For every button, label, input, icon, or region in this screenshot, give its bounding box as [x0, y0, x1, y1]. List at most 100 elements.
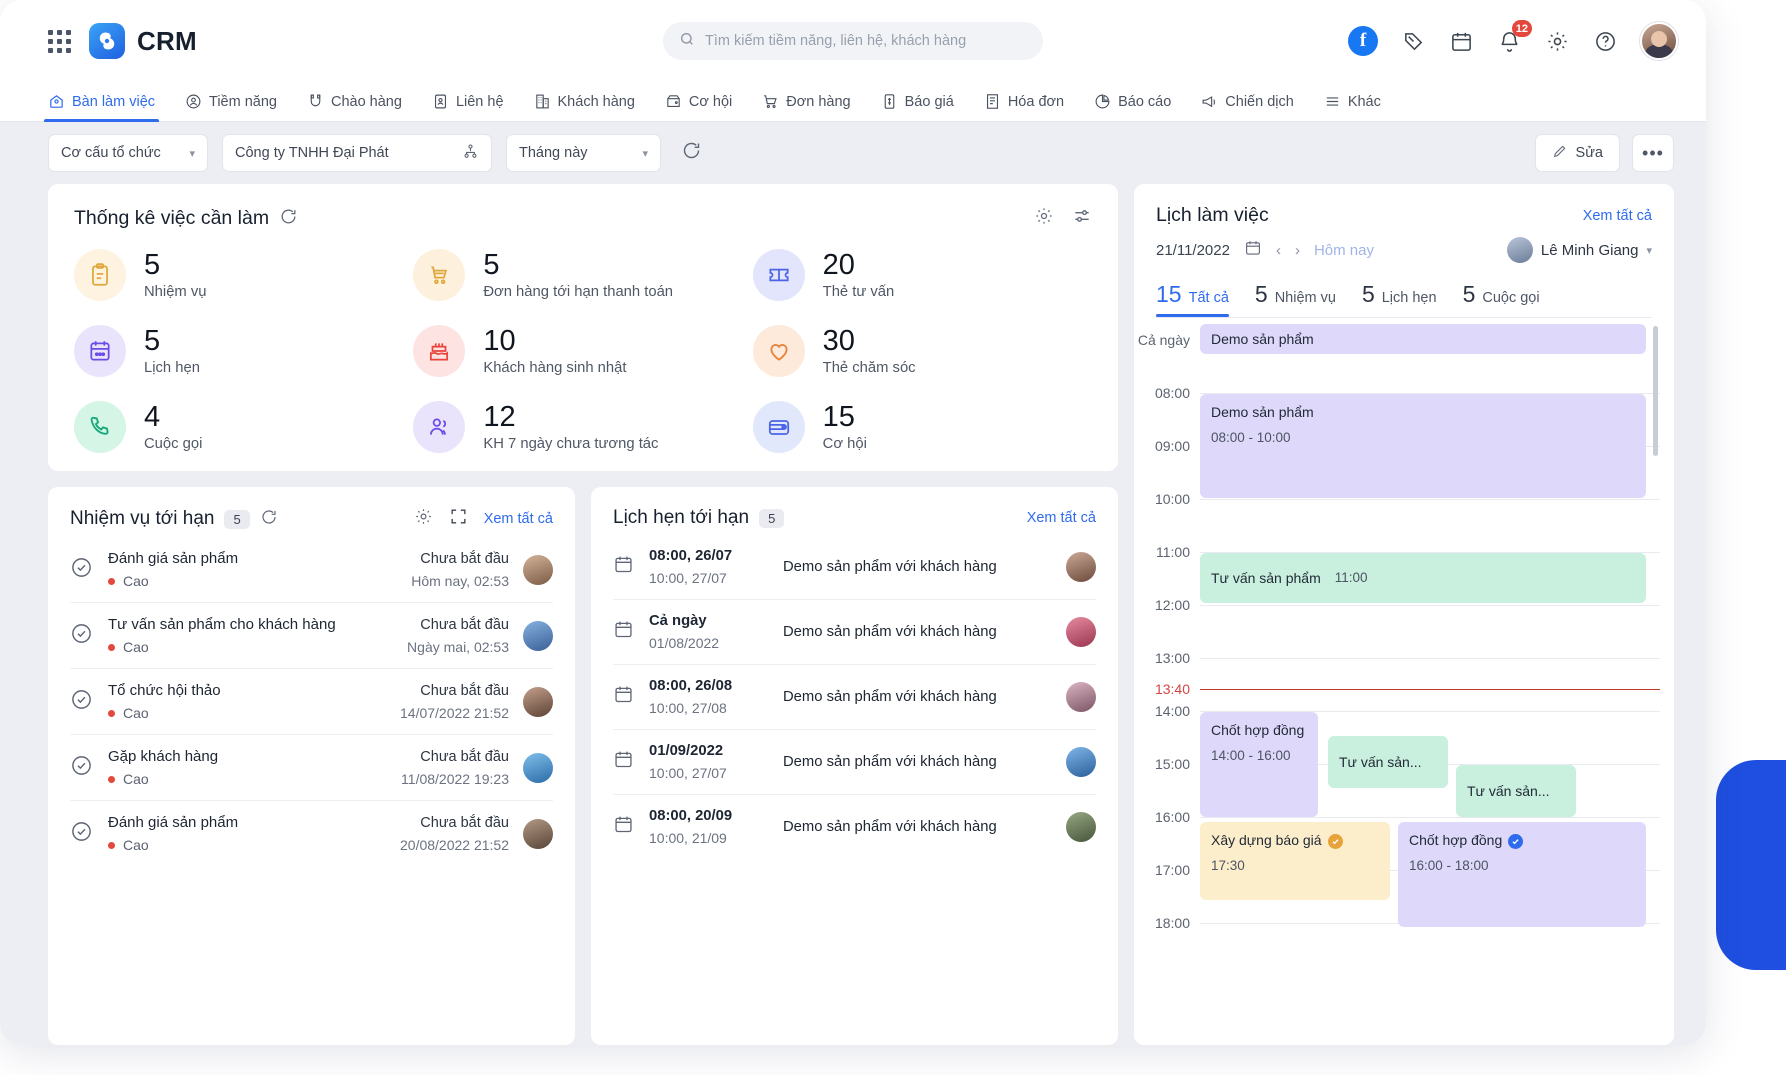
table-row[interactable]: Tư vấn sản phẩm cho khách hàng Cao Chưa …: [70, 603, 553, 669]
calendar-user-select[interactable]: Lê Minh Giang ▾: [1506, 237, 1652, 263]
tab-bao-cao[interactable]: Báo cáo: [1094, 82, 1171, 122]
avatar[interactable]: [1640, 22, 1678, 60]
stat-nhiem-vu[interactable]: 5 Nhiệm vụ: [74, 249, 413, 301]
table-row[interactable]: Gặp khách hàng Cao Chưa bắt đầu 11/08/20…: [70, 735, 553, 801]
table-row[interactable]: Tổ chức hội thảo Cao Chưa bắt đầu 14/07/…: [70, 669, 553, 735]
refresh-icon[interactable]: [681, 140, 702, 166]
period-select[interactable]: Tháng này ▾: [506, 134, 661, 172]
refresh-icon[interactable]: [279, 207, 298, 231]
calendar-tab-cuoc-goi[interactable]: 5 Cuộc gọi: [1463, 281, 1540, 317]
calendar-tab-tat-ca[interactable]: 15 Tất cả: [1156, 281, 1229, 317]
chevron-left-icon[interactable]: ‹: [1276, 242, 1281, 259]
avatar[interactable]: [523, 554, 553, 585]
tab-tiem-nang[interactable]: Tiềm năng: [185, 82, 277, 122]
avatar[interactable]: [1066, 747, 1096, 777]
order-cart-icon: [762, 93, 779, 110]
calendar-event[interactable]: Chốt hợp đồng 16:00 - 18:00: [1398, 822, 1646, 927]
stat-lich-hen[interactable]: 5 Lịch hẹn: [74, 325, 413, 377]
table-row[interactable]: Đánh giá sản phẩm Cao Chưa bắt đầu Hôm n…: [70, 537, 553, 603]
more-options-button[interactable]: •••: [1632, 134, 1674, 172]
stat-khach-hang-sinh-nhat[interactable]: 10 Khách hàng sinh nhật: [413, 325, 752, 377]
today-button[interactable]: Hôm nay: [1314, 242, 1374, 259]
sliders-icon[interactable]: [1072, 206, 1092, 231]
org-structure-select[interactable]: Cơ cấu tổ chức ▾: [48, 134, 208, 172]
avatar[interactable]: [523, 818, 553, 849]
tab-label: Nhiệm vụ: [1274, 290, 1336, 306]
tab-label: Báo giá: [904, 93, 954, 110]
calendar-event[interactable]: Tư vấn sản phẩm 11:00: [1200, 553, 1646, 603]
tab-ban-lam-viec[interactable]: Bàn làm việc: [43, 82, 160, 122]
zalo-icon[interactable]: [1400, 28, 1426, 54]
refresh-icon[interactable]: [260, 508, 278, 531]
tab-count: 15: [1156, 281, 1182, 307]
tab-khach-hang[interactable]: Khách hàng: [534, 82, 635, 122]
avatar[interactable]: [1066, 812, 1096, 842]
check-circle-icon[interactable]: [70, 820, 94, 848]
calendar-see-all[interactable]: Xem tất cả: [1583, 208, 1652, 224]
help-icon[interactable]: [1592, 28, 1618, 54]
calendar-icon[interactable]: [1448, 28, 1474, 54]
avatar[interactable]: [523, 686, 553, 717]
ticket-icon: [752, 249, 805, 301]
search-input[interactable]: [705, 33, 1027, 49]
avatar[interactable]: [1066, 617, 1096, 647]
calendar-title-row: Lịch làm việc Xem tất cả: [1156, 204, 1652, 227]
tasks-see-all[interactable]: Xem tất cả: [484, 511, 553, 527]
facebook-icon[interactable]: f: [1348, 26, 1378, 56]
check-circle-icon[interactable]: [70, 754, 94, 782]
table-row[interactable]: Đánh giá sản phẩm Cao Chưa bắt đầu 20/08…: [70, 801, 553, 866]
calendar-grid[interactable]: Demo sản phẩm Demo sản phẩm 08:00 - 10:0…: [1200, 318, 1660, 1045]
stat-don-hang-toi-han[interactable]: 5 Đơn hàng tới hạn thanh toán: [413, 249, 752, 301]
appointments-see-all[interactable]: Xem tất cả: [1027, 510, 1096, 526]
edit-button[interactable]: Sửa: [1534, 134, 1620, 172]
check-circle-icon[interactable]: [70, 688, 94, 716]
stat-cuoc-goi[interactable]: 4 Cuộc gọi: [74, 401, 413, 453]
calendar-event[interactable]: Xây dựng báo giá 17:30: [1200, 822, 1390, 900]
global-search[interactable]: [663, 22, 1043, 60]
hour-label: 09:00: [1154, 438, 1190, 454]
gear-icon[interactable]: [414, 507, 433, 531]
company-select[interactable]: Công ty TNHH Đại Phát: [222, 134, 492, 172]
calendar-event[interactable]: Chốt hợp đồng 14:00 - 16:00: [1200, 712, 1318, 817]
calendar-user-name: Lê Minh Giang: [1540, 241, 1639, 259]
check-circle-icon[interactable]: [70, 622, 94, 650]
calendar-event-allday[interactable]: Demo sản phẩm: [1200, 324, 1646, 354]
gear-icon[interactable]: [1034, 206, 1054, 231]
stat-kh-7-ngay[interactable]: 12 KH 7 ngày chưa tương tác: [413, 401, 752, 453]
bell-icon[interactable]: 12: [1496, 20, 1532, 54]
tab-chao-hang[interactable]: Chào hàng: [307, 82, 402, 122]
tab-don-hang[interactable]: Đơn hàng: [762, 82, 851, 122]
hour-label: 17:00: [1154, 862, 1190, 878]
calendar-event[interactable]: Tư vấn sản...: [1456, 765, 1576, 817]
avatar[interactable]: [523, 752, 553, 783]
calendar-event[interactable]: Demo sản phẩm 08:00 - 10:00: [1200, 394, 1646, 498]
tab-lien-he[interactable]: Liên hệ: [432, 82, 504, 122]
tab-khac[interactable]: Khác: [1324, 82, 1381, 122]
table-row[interactable]: 08:00, 20/09 10:00, 21/09 Demo sản phẩm …: [613, 795, 1096, 859]
stat-co-hoi[interactable]: 15 Cơ hội: [752, 401, 1092, 453]
tab-bao-gia[interactable]: Báo giá: [881, 82, 954, 122]
stat-the-tu-van[interactable]: 20 Thẻ tư vấn: [752, 249, 1092, 301]
tab-co-hoi[interactable]: Cơ hội: [665, 82, 732, 122]
calendar-icon[interactable]: [1244, 239, 1262, 262]
avatar[interactable]: [1066, 552, 1096, 582]
tab-hoa-don[interactable]: Hóa đơn: [984, 82, 1064, 122]
avatar[interactable]: [523, 620, 553, 651]
chevron-right-icon[interactable]: ›: [1295, 242, 1300, 259]
expand-icon[interactable]: [449, 507, 468, 531]
calendar-scrollbar[interactable]: [1653, 326, 1658, 456]
calendar-event[interactable]: Tư vấn sản...: [1328, 736, 1448, 788]
gear-icon[interactable]: [1544, 28, 1570, 54]
table-row[interactable]: 08:00, 26/07 10:00, 27/07 Demo sản phẩm …: [613, 535, 1096, 600]
table-row[interactable]: 08:00, 26/08 10:00, 27/08 Demo sản phẩm …: [613, 665, 1096, 730]
calendar-icon: [613, 554, 635, 580]
apps-grid-icon[interactable]: [48, 29, 71, 53]
calendar-tab-lich-hen[interactable]: 5 Lịch hẹn: [1362, 281, 1437, 317]
calendar-tab-nhiem-vu[interactable]: 5 Nhiệm vụ: [1255, 281, 1336, 317]
avatar[interactable]: [1066, 682, 1096, 712]
table-row[interactable]: Cả ngày 01/08/2022 Demo sản phẩm với khá…: [613, 600, 1096, 665]
check-circle-icon[interactable]: [70, 556, 94, 584]
table-row[interactable]: 01/09/2022 10:00, 27/07 Demo sản phẩm vớ…: [613, 730, 1096, 795]
stat-the-cham-soc[interactable]: 30 Thẻ chăm sóc: [752, 325, 1092, 377]
tab-chien-dich[interactable]: Chiến dịch: [1201, 82, 1294, 122]
